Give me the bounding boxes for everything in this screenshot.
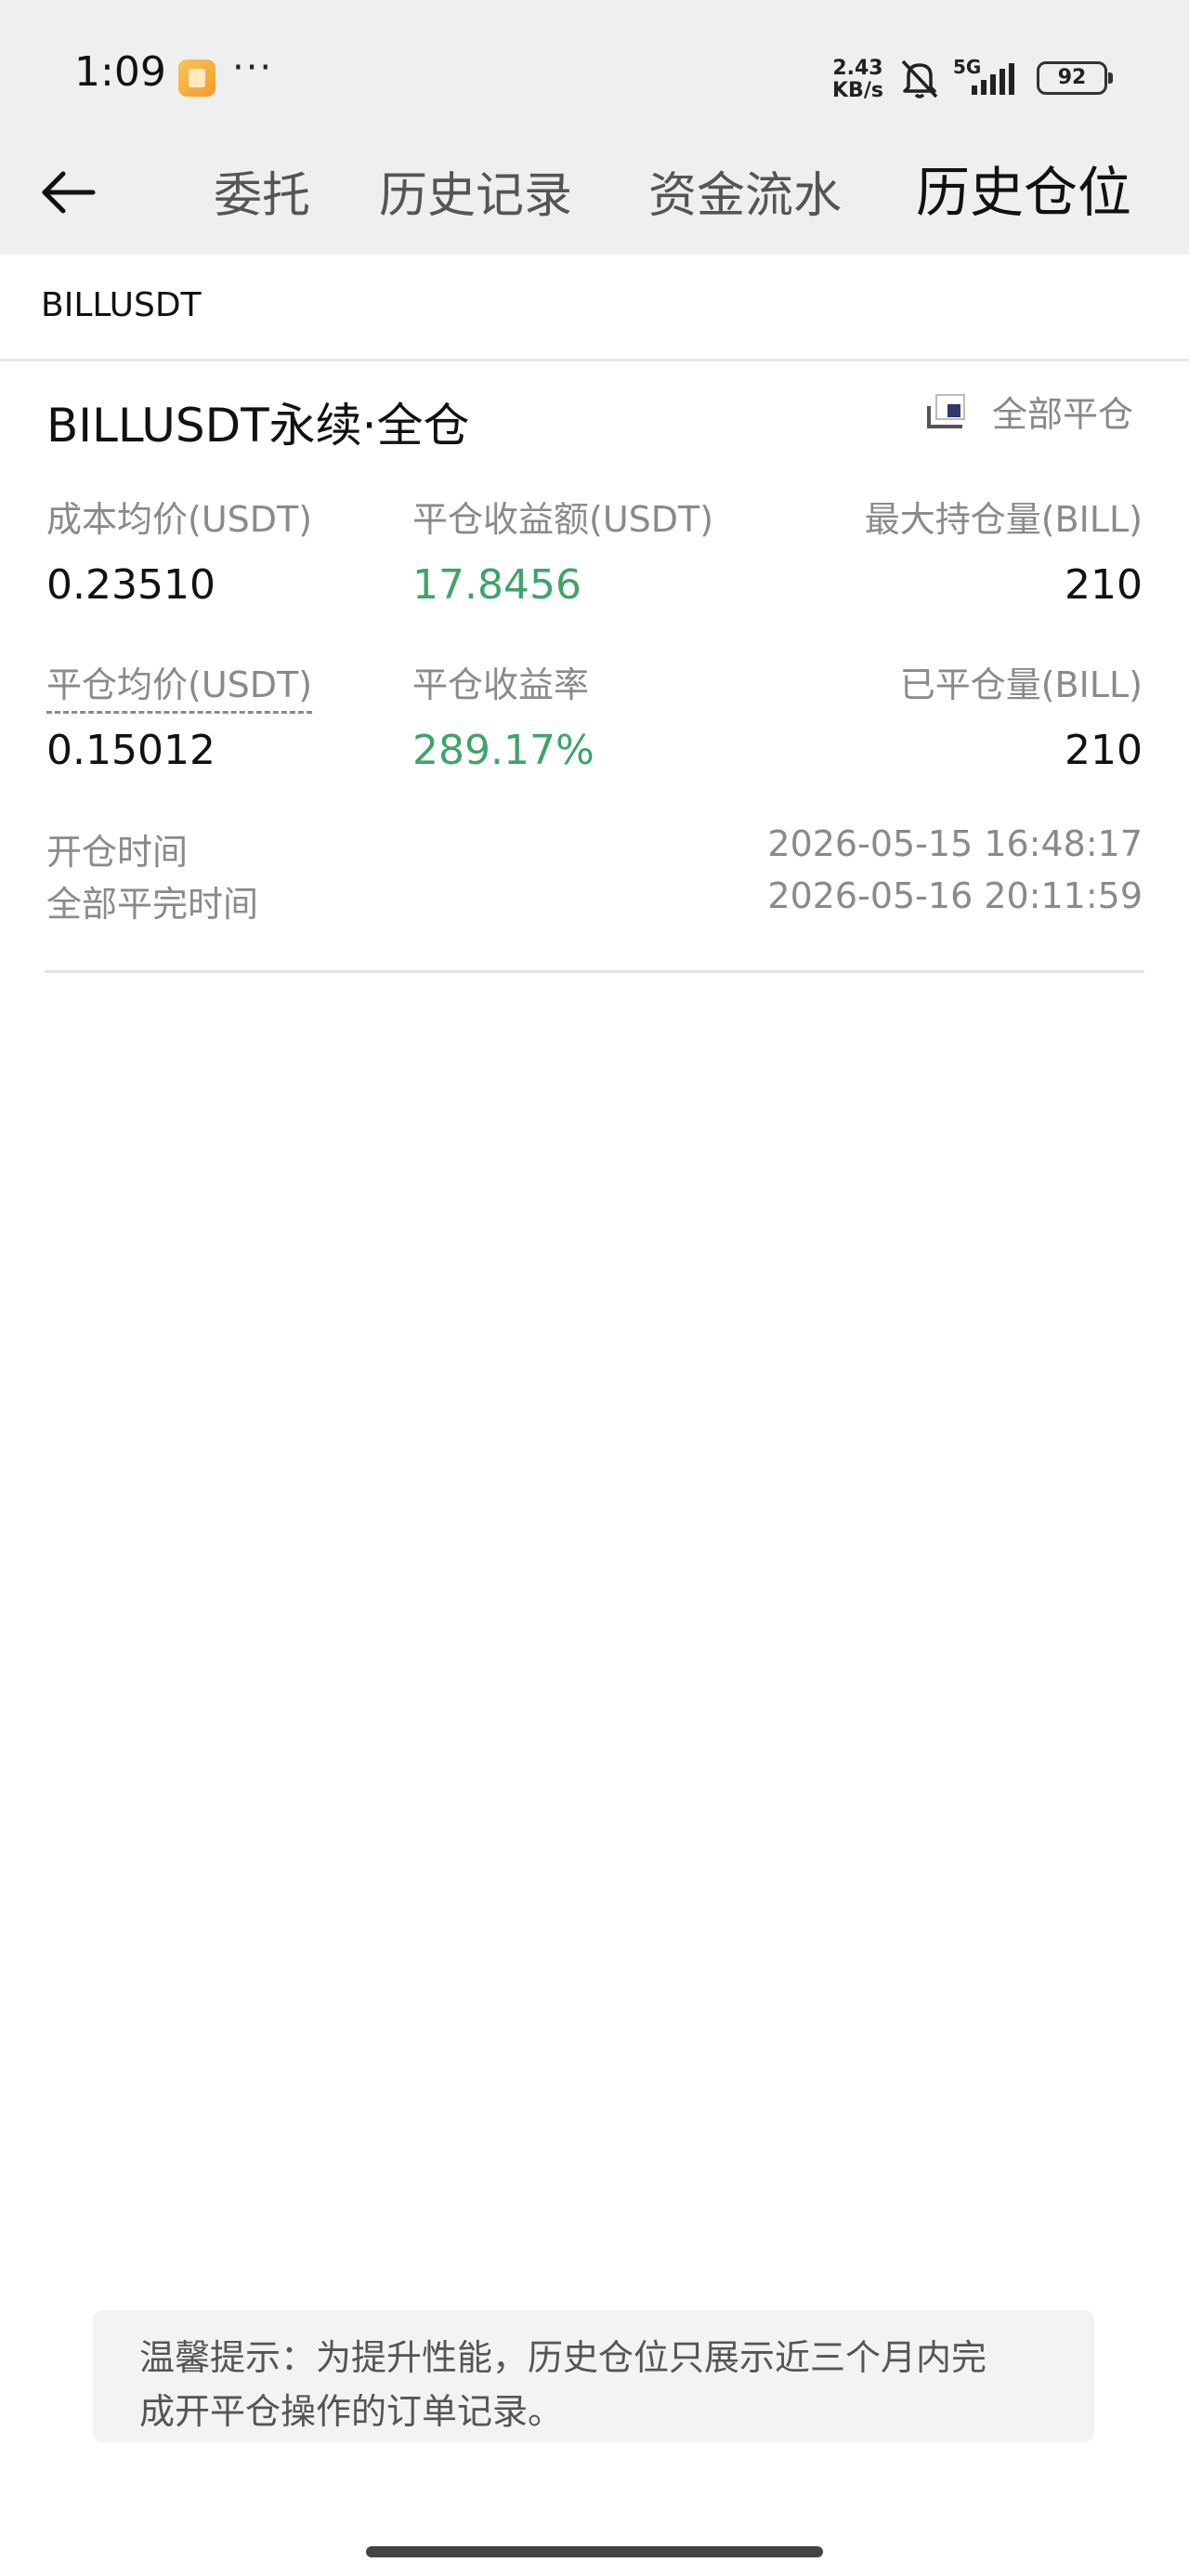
tab-history[interactable]: 历史记录 <box>379 156 572 226</box>
close-roi-label: 平仓收益率 <box>412 664 590 705</box>
tab-orders[interactable]: 委托 <box>214 156 310 226</box>
closed-qty-value: 210 <box>1065 727 1143 774</box>
net-speed: 2.43 KB/s <box>832 58 883 102</box>
close-roi-value: 289.17% <box>412 727 594 774</box>
symbol-filter[interactable]: BILLUSDT <box>0 255 1189 361</box>
full-close-time-label: 全部平完时间 <box>46 884 259 925</box>
close-all-label: 全部平仓 <box>992 393 1134 435</box>
full-close-time-value: 2026-05-16 20:11:59 <box>767 875 1143 916</box>
position-title: BILLUSDT永续·全仓 <box>46 399 470 453</box>
tab-position-history[interactable]: 历史仓位 <box>916 149 1131 227</box>
tab-fund-flow[interactable]: 资金流水 <box>648 156 842 226</box>
max-position-value: 210 <box>1065 561 1143 609</box>
notification-app-icon <box>178 59 216 97</box>
open-time-value: 2026-05-15 16:48:17 <box>767 823 1143 864</box>
tip-box: 温馨提示：为提升性能，历史仓位只展示近三个月内完 成开平仓操作的订单记录。 <box>93 2310 1094 2442</box>
status-time: 1:09 <box>74 48 166 96</box>
tip-line-1: 温馨提示：为提升性能，历史仓位只展示近三个月内完 <box>139 2337 987 2378</box>
close-pnl-value: 17.8456 <box>412 561 581 609</box>
header-area: 1:09 ··· 2.43 KB/s 5G 92 委托 历史记录 资金流水 历史… <box>0 0 1189 255</box>
battery-level: 92 <box>1057 66 1087 89</box>
card-divider <box>45 970 1144 973</box>
battery-icon: 92 <box>1037 61 1113 95</box>
cost-avg-value: 0.23510 <box>46 561 216 609</box>
tip-line-2: 成开平仓操作的订单记录。 <box>139 2391 564 2432</box>
arrow-left-icon[interactable] <box>37 160 102 225</box>
max-position-label: 最大持仓量(BILL) <box>864 499 1143 540</box>
symbol-filter-label: BILLUSDT <box>41 286 202 324</box>
closed-qty-label: 已平仓量(BILL) <box>899 664 1143 705</box>
bell-off-icon <box>901 59 938 99</box>
signal-bars-icon <box>972 63 1014 95</box>
cost-avg-label: 成本均价(USDT) <box>46 499 313 540</box>
net-speed-unit: KB/s <box>832 79 883 102</box>
home-indicator[interactable] <box>366 2546 823 2557</box>
net-speed-value: 2.43 <box>832 57 883 80</box>
close-position-icon <box>927 394 965 428</box>
open-time-label: 开仓时间 <box>46 832 189 873</box>
status-more: ··· <box>232 46 274 89</box>
close-avg-value: 0.15012 <box>46 727 216 774</box>
close-pnl-label: 平仓收益额(USDT) <box>412 499 714 540</box>
close-all-button[interactable]: 全部平仓 <box>925 385 1133 437</box>
close-avg-label[interactable]: 平仓均价(USDT) <box>46 656 313 714</box>
